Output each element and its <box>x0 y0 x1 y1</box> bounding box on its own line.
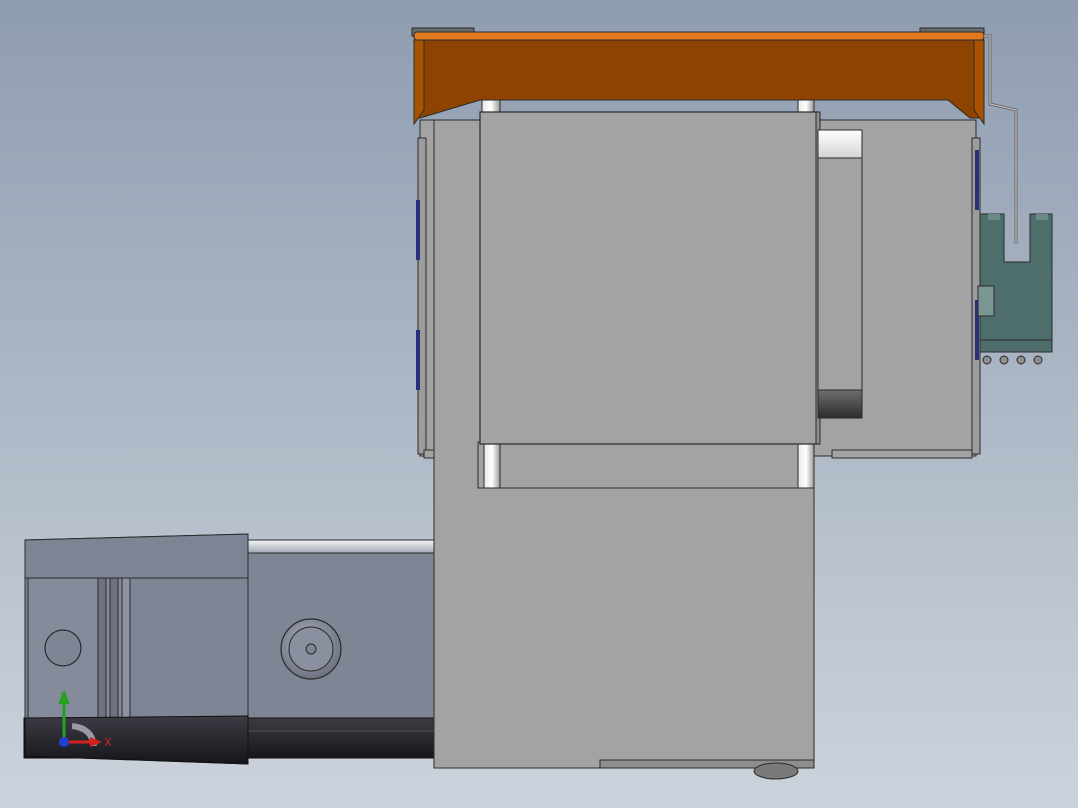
triad-z-axis <box>59 737 69 747</box>
end-plate-hole <box>44 629 82 667</box>
side-block-dark <box>817 389 863 419</box>
triad-x-label: X <box>104 736 112 749</box>
foot-pad <box>753 762 799 780</box>
slider-block[interactable] <box>479 111 819 445</box>
rail-body <box>245 552 439 726</box>
triad-y-label: Y <box>59 690 67 703</box>
bracket-tab <box>977 285 995 317</box>
side-block-white <box>817 129 863 159</box>
cad-graphics-viewport[interactable]: Y X <box>0 0 1078 808</box>
side-guide <box>817 157 863 391</box>
model-view[interactable]: Y X <box>0 0 1078 808</box>
guide-rod-right-bottom <box>797 441 815 489</box>
top-plate-highlight <box>413 31 985 41</box>
rail-top-rod <box>245 539 439 555</box>
guide-rod-left-bottom <box>483 441 501 489</box>
